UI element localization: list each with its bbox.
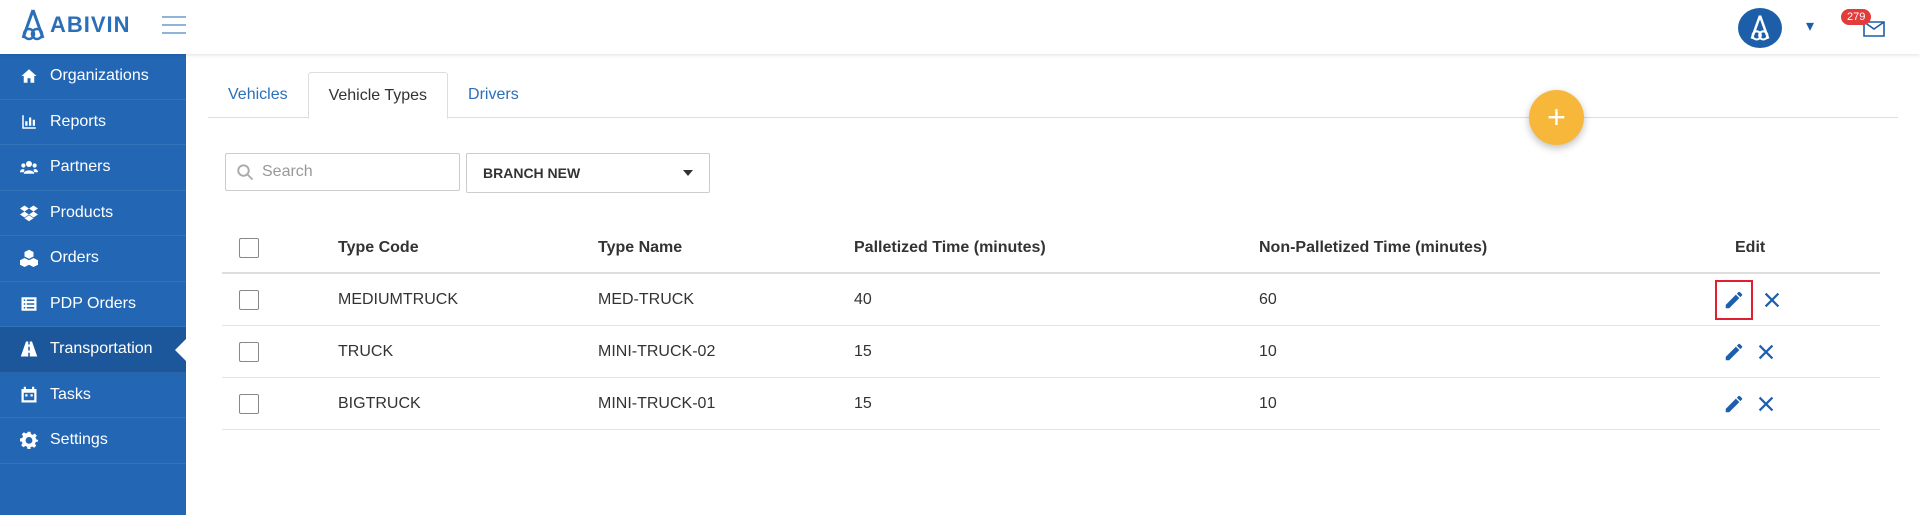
table-row: TRUCK MINI-TRUCK-02 15 10 [222, 326, 1880, 378]
row-checkbox[interactable] [239, 289, 259, 310]
table-row: BIGTRUCK MINI-TRUCK-01 15 10 [222, 378, 1880, 430]
top-bar: ABIVIN ▾ 279 [0, 0, 1920, 54]
tab-drivers[interactable]: Drivers [448, 72, 539, 118]
pencil-icon [1725, 343, 1743, 360]
cubes-icon [20, 250, 38, 268]
vehicle-types-table: Type Code Type Name Palletized Time (min… [222, 224, 1880, 430]
delete-button[interactable] [1753, 339, 1779, 365]
list-icon [21, 297, 37, 311]
close-icon [1764, 292, 1780, 307]
tab-vehicle-types[interactable]: Vehicle Types [307, 72, 449, 119]
type-code-cell: TRUCK [338, 342, 394, 360]
branch-select[interactable]: BRANCH NEW [466, 153, 710, 193]
column-header-type-code[interactable]: Type Code [338, 224, 419, 272]
type-name-cell: MED-TRUCK [598, 290, 694, 308]
palletized-cell: 15 [854, 394, 872, 412]
sidebar-item-partners[interactable]: Partners [0, 145, 186, 191]
sidebar-item-label: Reports [50, 112, 107, 130]
column-header-type-name[interactable]: Type Name [598, 224, 682, 272]
sidebar-item-label: Orders [50, 249, 99, 267]
palletized-cell: 40 [854, 290, 872, 308]
close-icon [1758, 396, 1774, 411]
avatar-logo-icon [1750, 15, 1770, 41]
sidebar-item-reports[interactable]: Reports [0, 100, 186, 145]
users-icon [20, 161, 38, 174]
row-checkbox[interactable] [239, 341, 259, 362]
palletized-cell: 15 [854, 342, 872, 360]
add-button[interactable]: + [1529, 90, 1584, 145]
search-icon [237, 164, 254, 181]
sidebar-item-label: Organizations [50, 67, 149, 85]
sidebar-item-settings[interactable]: Settings [0, 418, 186, 464]
sidebar-item-label: Products [50, 203, 114, 221]
sidebar: Organizations Reports Partners Products … [0, 54, 186, 515]
brand-name: ABIVIN [50, 12, 131, 37]
select-all-checkbox[interactable] [239, 238, 259, 258]
column-header-non-palletized[interactable]: Non-Palletized Time (minutes) [1259, 224, 1487, 272]
row-checkbox[interactable] [239, 393, 259, 414]
sidebar-item-products[interactable]: Products [0, 191, 186, 236]
delete-button[interactable] [1753, 391, 1779, 417]
sidebar-item-organizations[interactable]: Organizations [0, 54, 186, 100]
logo[interactable]: ABIVIN [20, 7, 131, 43]
sidebar-item-label: Tasks [50, 385, 91, 403]
dropbox-icon [20, 205, 38, 221]
tab-vehicles[interactable]: Vehicles [208, 72, 308, 118]
delete-button[interactable] [1759, 287, 1785, 313]
menu-toggle-icon[interactable] [162, 16, 186, 36]
non-palletized-cell: 10 [1259, 342, 1277, 360]
close-icon [1758, 344, 1774, 359]
type-code-cell: MEDIUMTRUCK [338, 290, 458, 308]
type-name-cell: MINI-TRUCK-01 [598, 394, 716, 412]
sidebar-item-label: Partners [50, 158, 111, 176]
tab-bar: Vehicles Vehicle Types Drivers [208, 72, 1898, 119]
pencil-icon [1725, 291, 1743, 308]
sidebar-item-label: Settings [50, 431, 108, 449]
edit-button[interactable] [1715, 279, 1753, 320]
non-palletized-cell: 60 [1259, 290, 1277, 308]
sidebar-item-label: PDP Orders [50, 294, 136, 312]
road-icon [20, 341, 38, 357]
gear-icon [20, 432, 38, 450]
column-header-edit: Edit [1735, 239, 1766, 256]
home-icon [21, 69, 37, 83]
bar-chart-icon [22, 115, 36, 129]
abivin-logo-icon [21, 9, 45, 41]
sidebar-item-pdp-orders[interactable]: PDP Orders [0, 282, 186, 327]
main-content: Vehicles Vehicle Types Drivers + BRANCH … [186, 54, 1920, 515]
user-menu-chevron-icon[interactable]: ▾ [1806, 16, 1814, 36]
type-code-cell: BIGTRUCK [338, 394, 421, 412]
type-name-cell: MINI-TRUCK-02 [598, 342, 716, 360]
branch-select-value: BRANCH NEW [483, 165, 581, 181]
user-avatar[interactable] [1738, 8, 1782, 48]
sidebar-item-orders[interactable]: Orders [0, 236, 186, 282]
edit-button[interactable] [1721, 391, 1747, 417]
pencil-icon [1725, 395, 1743, 412]
column-header-palletized[interactable]: Palletized Time (minutes) [854, 224, 1046, 272]
sidebar-item-transportation[interactable]: Transportation [0, 327, 186, 373]
edit-button[interactable] [1721, 339, 1747, 365]
plus-icon: + [1547, 99, 1566, 135]
search-input[interactable] [262, 163, 452, 181]
search-box[interactable] [225, 153, 460, 191]
sidebar-item-label: Transportation [50, 340, 153, 358]
calendar-icon [21, 386, 37, 403]
sidebar-item-tasks[interactable]: Tasks [0, 373, 186, 418]
non-palletized-cell: 10 [1259, 394, 1277, 412]
table-row: MEDIUMTRUCK MED-TRUCK 40 60 [222, 274, 1880, 326]
table-header: Type Code Type Name Palletized Time (min… [222, 224, 1880, 274]
caret-down-icon [683, 170, 693, 176]
notification-badge: 279 [1841, 9, 1872, 25]
